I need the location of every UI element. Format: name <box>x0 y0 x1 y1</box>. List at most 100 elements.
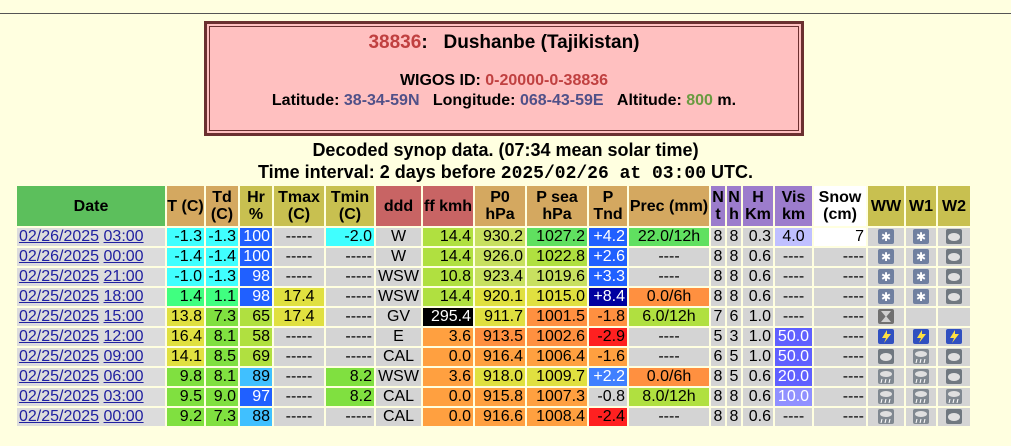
sea-pressure-cell: 1008.4 <box>527 408 587 426</box>
pressure-cell: 923.4 <box>475 268 525 286</box>
time-link[interactable]: 15:00 <box>104 308 144 325</box>
date-link[interactable]: 02/26/2025 <box>19 228 99 245</box>
dust-icon <box>878 308 894 325</box>
snow-icon: ✱ <box>878 268 894 285</box>
cloud-height-cell: 0.6 <box>743 268 773 286</box>
pressure-cell: 911.7 <box>475 308 525 326</box>
precip-cell: 0.0/6h <box>629 368 709 386</box>
humidity-cell: 69 <box>240 348 272 366</box>
date-cell: 02/26/2025 03:00 <box>17 228 165 246</box>
weather-ww-cell <box>868 308 904 326</box>
precip-cell: ---- <box>629 348 709 366</box>
sea-pressure-cell: 1007.3 <box>527 388 587 406</box>
snow-cell: ---- <box>814 388 866 406</box>
snow-icon: ✱ <box>913 248 929 265</box>
humidity-cell: 98 <box>240 288 272 306</box>
wind-speed-cell: 3.6 <box>423 368 473 386</box>
wind-dir-cell: CAL <box>376 388 421 406</box>
date-link[interactable]: 02/25/2025 <box>19 368 99 385</box>
wind-speed-cell: 10.8 <box>423 268 473 286</box>
time-link[interactable]: 03:00 <box>104 228 144 245</box>
time-link[interactable]: 09:00 <box>104 348 144 365</box>
table-body: 02/26/2025 03:00 -1.3 -1.3 100 ----- -2.0 W 14.… <box>17 228 970 426</box>
rain-icon <box>913 368 929 385</box>
tmax-cell: 17.4 <box>274 308 324 326</box>
caption-suffix: UTC. <box>711 162 754 182</box>
weather-w1-cell <box>906 368 936 386</box>
date-link[interactable]: 02/25/2025 <box>19 388 99 405</box>
sea-pressure-cell: 1001.5 <box>527 308 587 326</box>
weather-w1-cell <box>906 348 936 366</box>
tmax-cell: ----- <box>274 388 324 406</box>
wind-dir-cell: CAL <box>376 408 421 426</box>
time-link[interactable]: 00:00 <box>104 248 144 265</box>
weather-ww-cell: ✱ <box>868 288 904 306</box>
tmin-cell: 8.2 <box>326 368 374 386</box>
pressure-cell: 930.2 <box>475 228 525 246</box>
station-info-box: 38836: Dushanbe (Tajikistan) WIGOS ID: 0… <box>204 21 804 136</box>
wind-dir-cell: WSW <box>376 288 421 306</box>
visibility-cell: ---- <box>775 308 812 326</box>
tmin-cell: ----- <box>326 348 374 366</box>
cloud-height-cell: 0.6 <box>743 288 773 306</box>
date-link[interactable]: 02/25/2025 <box>19 308 99 325</box>
altitude: 800 <box>686 92 713 109</box>
tmin-cell: 8.2 <box>326 388 374 406</box>
snow-cell: 7 <box>814 228 866 246</box>
caption-line1: Decoded synop data. (07:34 mean solar ti… <box>312 140 699 160</box>
time-link[interactable]: 00:00 <box>104 408 144 425</box>
wind-speed-cell: 0.0 <box>423 348 473 366</box>
tmin-cell: -2.0 <box>326 228 374 246</box>
cloud-icon <box>946 408 962 425</box>
time-link[interactable]: 12:00 <box>104 328 144 345</box>
precip-cell: ---- <box>629 268 709 286</box>
snow-icon: ✱ <box>913 288 929 305</box>
svg-text:✱: ✱ <box>881 250 891 264</box>
cloud-low-cell: 8 <box>727 408 741 426</box>
rain-icon <box>913 408 929 425</box>
snow-cell: ---- <box>814 348 866 366</box>
dewpoint-cell: 9.0 <box>206 388 238 406</box>
pressure-tendency-cell: +2.6 <box>589 248 627 266</box>
wigos-id: 0-20000-0-38836 <box>485 72 609 89</box>
date-cell: 02/25/2025 09:00 <box>17 348 165 366</box>
snow-cell: ---- <box>814 288 866 306</box>
weather-w2-cell <box>938 228 970 246</box>
cloud-height-cell: 1.0 <box>743 308 773 326</box>
weather-w2-cell <box>938 328 970 346</box>
temp-cell: 16.4 <box>167 328 204 346</box>
weather-ww-cell <box>868 368 904 386</box>
date-link[interactable]: 02/25/2025 <box>19 348 99 365</box>
time-link[interactable]: 03:00 <box>104 388 144 405</box>
svg-text:✱: ✱ <box>916 290 926 304</box>
time-link[interactable]: 21:00 <box>104 268 144 285</box>
table-row: 02/25/2025 06:00 9.8 8.1 89 ----- 8.2 WSW 3.6 91… <box>17 368 970 386</box>
cloud-total-cell: 8 <box>711 388 725 406</box>
pressure-cell: 926.0 <box>475 248 525 266</box>
lon-label: Longitude: <box>432 92 516 109</box>
precip-cell: 22.0/12h <box>629 228 709 246</box>
sea-pressure-cell: 1015.0 <box>527 288 587 306</box>
date-link[interactable]: 02/26/2025 <box>19 248 99 265</box>
wind-dir-cell: WSW <box>376 368 421 386</box>
humidity-cell: 89 <box>240 368 272 386</box>
weather-w2-cell <box>938 408 970 426</box>
date-link[interactable]: 02/25/2025 <box>19 328 99 345</box>
wigos-line: WIGOS ID: 0-20000-0-38836 <box>207 72 801 90</box>
temp-cell: 9.2 <box>167 408 204 426</box>
snow-cell: ---- <box>814 368 866 386</box>
precip-cell: 0.0/6h <box>629 288 709 306</box>
sea-pressure-cell: 1022.8 <box>527 248 587 266</box>
alt-unit: m. <box>717 92 737 109</box>
coords-line: Latitude: 38-34-59N Longitude: 068-43-59… <box>207 92 801 110</box>
snow-icon: ✱ <box>913 228 929 245</box>
date-link[interactable]: 02/25/2025 <box>19 268 99 285</box>
column-header: Prec (mm) <box>629 186 709 226</box>
time-link[interactable]: 06:00 <box>104 368 144 385</box>
weather-ww-cell: ✱ <box>868 248 904 266</box>
sea-pressure-cell: 1009.7 <box>527 368 587 386</box>
time-link[interactable]: 18:00 <box>104 288 144 305</box>
date-link[interactable]: 02/25/2025 <box>19 408 99 425</box>
date-link[interactable]: 02/25/2025 <box>19 288 99 305</box>
cloud-total-cell: 7 <box>711 308 725 326</box>
